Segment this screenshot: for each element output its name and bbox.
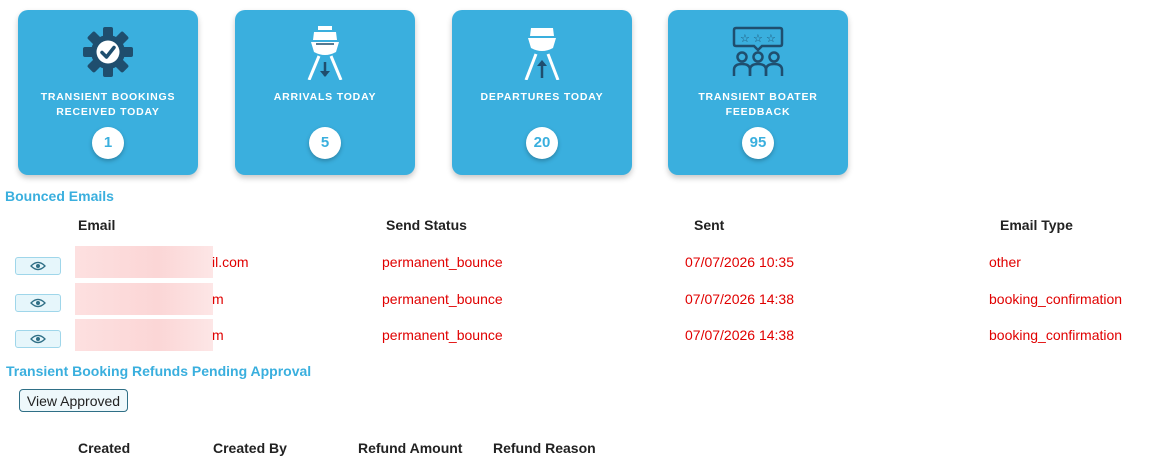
feedback-stars-icon: ☆ ☆ ☆ — [668, 24, 848, 82]
boat-arrival-icon — [235, 24, 415, 82]
svg-text:☆: ☆ — [740, 32, 750, 45]
eye-icon — [30, 334, 46, 344]
table-row: m permanent_bounce 07/07/2026 14:38 book… — [0, 283, 1157, 321]
card-arrivals[interactable]: Arrivals Today 5 — [235, 10, 415, 175]
table-row: il.com permanent_bounce 07/07/2026 10:35… — [0, 246, 1157, 284]
table-row: m permanent_bounce 07/07/2026 14:38 book… — [0, 319, 1157, 357]
email-type-cell: booking_confirmation — [989, 291, 1123, 307]
view-email-button[interactable] — [15, 294, 61, 312]
card-label: Transient Boater Feedback — [698, 91, 818, 118]
boat-departure-icon — [452, 24, 632, 82]
sent-cell: 07/07/2026 10:35 — [685, 254, 794, 270]
card-departures[interactable]: Departures Today 20 — [452, 10, 632, 175]
redacted-area — [75, 319, 213, 351]
card-label: Arrivals Today — [273, 91, 377, 103]
email-type-cell: other — [989, 254, 1021, 270]
gear-check-icon — [18, 24, 198, 82]
refunds-pending-title: Transient Booking Refunds Pending Approv… — [6, 363, 312, 379]
card-boater-feedback[interactable]: ☆ ☆ ☆ Transient Boater Feedback 95 — [668, 10, 848, 175]
column-header-email: Email — [78, 217, 116, 233]
card-count: 1 — [92, 127, 124, 159]
view-approved-button[interactable]: View Approved — [19, 389, 128, 412]
send-status-cell: permanent_bounce — [382, 254, 503, 270]
column-header-sent: Sent — [694, 217, 725, 233]
card-label: Departures Today — [480, 91, 604, 103]
view-email-button[interactable] — [15, 257, 61, 275]
email-cell: m — [212, 327, 224, 343]
svg-text:☆: ☆ — [766, 32, 776, 45]
column-header-email-type: Email Type — [1000, 217, 1073, 233]
email-type-cell: booking_confirmation — [989, 327, 1123, 343]
eye-icon — [30, 298, 46, 308]
redacted-area — [75, 246, 213, 278]
column-header-refund-reason: Refund Reason — [493, 440, 596, 456]
card-count: 20 — [526, 127, 558, 159]
column-header-send-status: Send Status — [386, 217, 467, 233]
email-cell: m — [212, 291, 224, 307]
column-header-created: Created — [78, 440, 131, 456]
card-transient-bookings[interactable]: Transient Bookings Received Today 1 — [18, 10, 198, 175]
column-header-created-by: Created By — [213, 440, 287, 456]
send-status-cell: permanent_bounce — [382, 327, 503, 343]
sent-cell: 07/07/2026 14:38 — [685, 327, 794, 343]
card-count: 95 — [742, 127, 774, 159]
bounced-emails-title: Bounced Emails — [5, 188, 114, 204]
card-label: Transient Bookings Received Today — [40, 91, 176, 118]
email-cell: il.com — [212, 254, 249, 270]
redacted-area — [75, 283, 213, 315]
view-email-button[interactable] — [15, 330, 61, 348]
send-status-cell: permanent_bounce — [382, 291, 503, 307]
column-header-refund-amount: Refund Amount — [358, 440, 463, 456]
svg-text:☆: ☆ — [753, 32, 763, 45]
card-count: 5 — [309, 127, 341, 159]
eye-icon — [30, 261, 46, 271]
sent-cell: 07/07/2026 14:38 — [685, 291, 794, 307]
